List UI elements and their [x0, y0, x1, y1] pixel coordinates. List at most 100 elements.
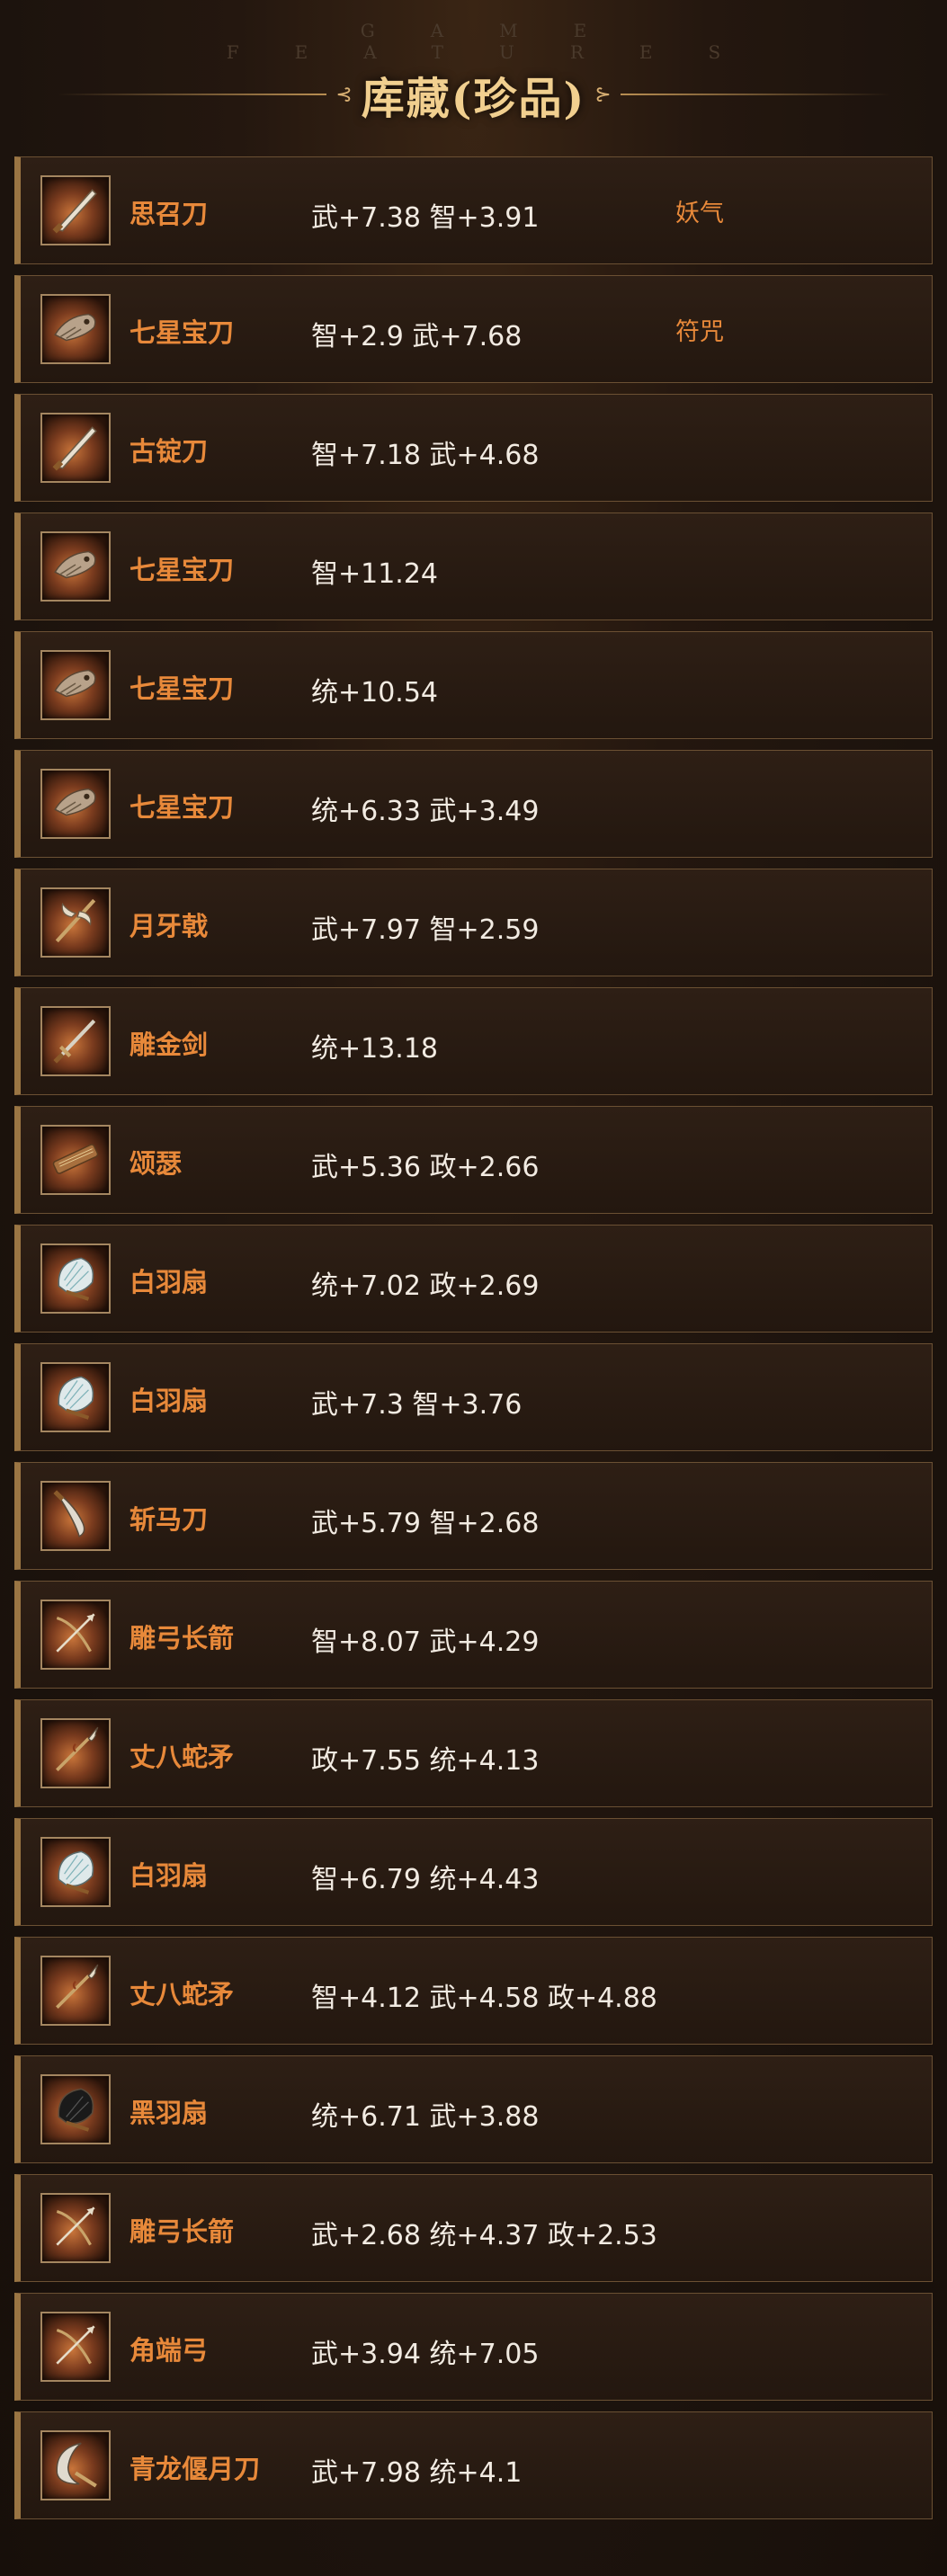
serpent-spear-icon [48, 1724, 103, 1783]
treasure-row[interactable]: 颂瑟 武+5.36 政+2.66 [14, 1106, 933, 1214]
item-icon-frame [40, 1718, 111, 1788]
treasure-row[interactable]: 七星宝刀 智+2.9 武+7.68 符咒 [14, 275, 933, 383]
item-stats: 武+7.97 智+2.59 [311, 914, 540, 946]
item-stats: 智+11.24 [311, 558, 439, 590]
item-stats: 统+6.71 武+3.88 [311, 2101, 540, 2133]
item-name: 雕弓长箭 [130, 1623, 235, 1653]
feather-fan-icon [48, 1249, 103, 1308]
header: GAME FEATURES ⊰ 库藏(珍品) ⊱ [0, 0, 947, 153]
item-stats: 统+6.33 武+3.49 [311, 796, 540, 827]
title-divider-left [57, 94, 327, 95]
item-name: 丈八蛇矛 [130, 1742, 235, 1772]
treasure-row[interactable]: 白羽扇 智+6.79 统+4.43 [14, 1818, 933, 1926]
item-name: 七星宝刀 [130, 555, 235, 585]
item-icon-frame [40, 769, 111, 839]
treasure-row[interactable]: 七星宝刀 智+11.24 [14, 513, 933, 620]
item-special-effect: 符咒 [675, 318, 724, 346]
item-stats: 武+7.3 智+3.76 [311, 1389, 523, 1421]
item-icon-frame [40, 175, 111, 245]
item-stats: 武+2.68 统+4.37 政+2.53 [311, 2220, 657, 2251]
item-name: 七星宝刀 [130, 317, 235, 348]
treasure-row[interactable]: 雕弓长箭 智+8.07 武+4.29 [14, 1581, 933, 1689]
item-icon-frame [40, 2074, 111, 2144]
item-icon-frame [40, 1837, 111, 1907]
item-name: 白羽扇 [130, 1386, 209, 1416]
treasure-row[interactable]: 雕弓长箭 武+2.68 统+4.37 政+2.53 [14, 2174, 933, 2282]
page-title: 库藏(珍品) [361, 74, 586, 124]
item-name: 月牙戟 [130, 911, 209, 941]
treasure-row[interactable]: 黑羽扇 统+6.71 武+3.88 [14, 2055, 933, 2163]
item-name: 白羽扇 [130, 1267, 209, 1297]
treasure-row[interactable]: 丈八蛇矛 智+4.12 武+4.58 政+4.88 [14, 1937, 933, 2045]
ornament-right-icon: ⊱ [594, 83, 612, 106]
item-icon-frame [40, 887, 111, 958]
treasure-row[interactable]: 古锭刀 智+7.18 武+4.68 [14, 394, 933, 502]
item-name: 七星宝刀 [130, 792, 235, 823]
item-icon-frame [40, 294, 111, 364]
item-name: 斩马刀 [130, 1504, 209, 1535]
item-icon-frame [40, 1956, 111, 2026]
dao-icon [48, 418, 103, 477]
item-name: 角端弓 [130, 2335, 209, 2366]
item-icon-frame [40, 1481, 111, 1551]
item-name: 颂瑟 [130, 1148, 183, 1179]
item-icon-frame [40, 1125, 111, 1195]
dragon-blade-icon [48, 537, 103, 596]
title-bar: ⊰ 库藏(珍品) ⊱ [0, 63, 947, 126]
treasure-row[interactable]: 雕金剑 统+13.18 [14, 987, 933, 1095]
treasure-row[interactable]: 白羽扇 武+7.3 智+3.76 [14, 1343, 933, 1451]
treasure-row[interactable]: 七星宝刀 统+10.54 [14, 631, 933, 739]
item-stats: 智+8.07 武+4.29 [311, 1627, 540, 1658]
bow-arrow-icon [48, 2198, 103, 2258]
serpent-spear-icon [48, 1961, 103, 2020]
item-name: 黑羽扇 [130, 2098, 209, 2128]
item-stats: 统+7.02 政+2.69 [311, 1270, 540, 1302]
item-name: 雕弓长箭 [130, 2216, 235, 2247]
feather-fan-icon [48, 1368, 103, 1427]
dragon-blade-icon [48, 299, 103, 359]
treasure-row[interactable]: 青龙偃月刀 武+7.98 统+4.1 [14, 2411, 933, 2519]
dragon-blade-icon [48, 774, 103, 833]
treasure-row[interactable]: 丈八蛇矛 政+7.55 统+4.13 [14, 1699, 933, 1807]
treasure-list: 思召刀 武+7.38 智+3.91 妖气 七星宝刀 智+2.9 武+7.68 符… [14, 156, 933, 2530]
item-icon-frame [40, 413, 111, 483]
item-name: 思召刀 [130, 199, 209, 229]
item-stats: 武+7.98 统+4.1 [311, 2457, 523, 2489]
item-stats: 政+7.55 统+4.13 [311, 1745, 540, 1777]
treasure-row[interactable]: 七星宝刀 统+6.33 武+3.49 [14, 750, 933, 858]
dao-icon [48, 181, 103, 240]
treasure-row[interactable]: 月牙戟 武+7.97 智+2.59 [14, 869, 933, 976]
bow-arrow-icon [48, 2317, 103, 2376]
item-icon-frame [40, 531, 111, 602]
item-name: 古锭刀 [130, 436, 209, 467]
treasure-row[interactable]: 思召刀 武+7.38 智+3.91 妖气 [14, 156, 933, 264]
item-stats: 武+7.38 智+3.91 [311, 202, 540, 234]
treasure-row[interactable]: 角端弓 武+3.94 统+7.05 [14, 2293, 933, 2401]
ornament-left-icon: ⊰ [335, 83, 353, 106]
title-divider-right [620, 94, 890, 95]
crescent-blade-icon [48, 2436, 103, 2495]
dragon-blade-icon [48, 655, 103, 715]
halberd-icon [48, 893, 103, 952]
item-stats: 武+5.36 政+2.66 [311, 1152, 540, 1183]
item-name: 雕金剑 [130, 1030, 209, 1060]
treasure-row[interactable]: 白羽扇 统+7.02 政+2.69 [14, 1225, 933, 1333]
item-icon-frame [40, 2312, 111, 2382]
zither-icon [48, 1130, 103, 1190]
item-icon-frame [40, 1600, 111, 1670]
item-name: 七星宝刀 [130, 673, 235, 704]
feather-fan-icon [48, 1842, 103, 1902]
black-fan-icon [48, 2080, 103, 2139]
bow-arrow-icon [48, 1605, 103, 1664]
header-subtitle: GAME FEATURES [226, 20, 777, 63]
item-name: 丈八蛇矛 [130, 1979, 235, 2010]
item-name: 青龙偃月刀 [130, 2454, 261, 2484]
treasure-row[interactable]: 斩马刀 武+5.79 智+2.68 [14, 1462, 933, 1570]
item-stats: 智+6.79 统+4.43 [311, 1864, 540, 1895]
item-icon-frame [40, 650, 111, 720]
item-icon-frame [40, 1006, 111, 1076]
item-icon-frame [40, 1243, 111, 1314]
sword-icon [48, 1012, 103, 1071]
item-stats: 统+13.18 [311, 1033, 439, 1065]
item-name: 白羽扇 [130, 1860, 209, 1891]
